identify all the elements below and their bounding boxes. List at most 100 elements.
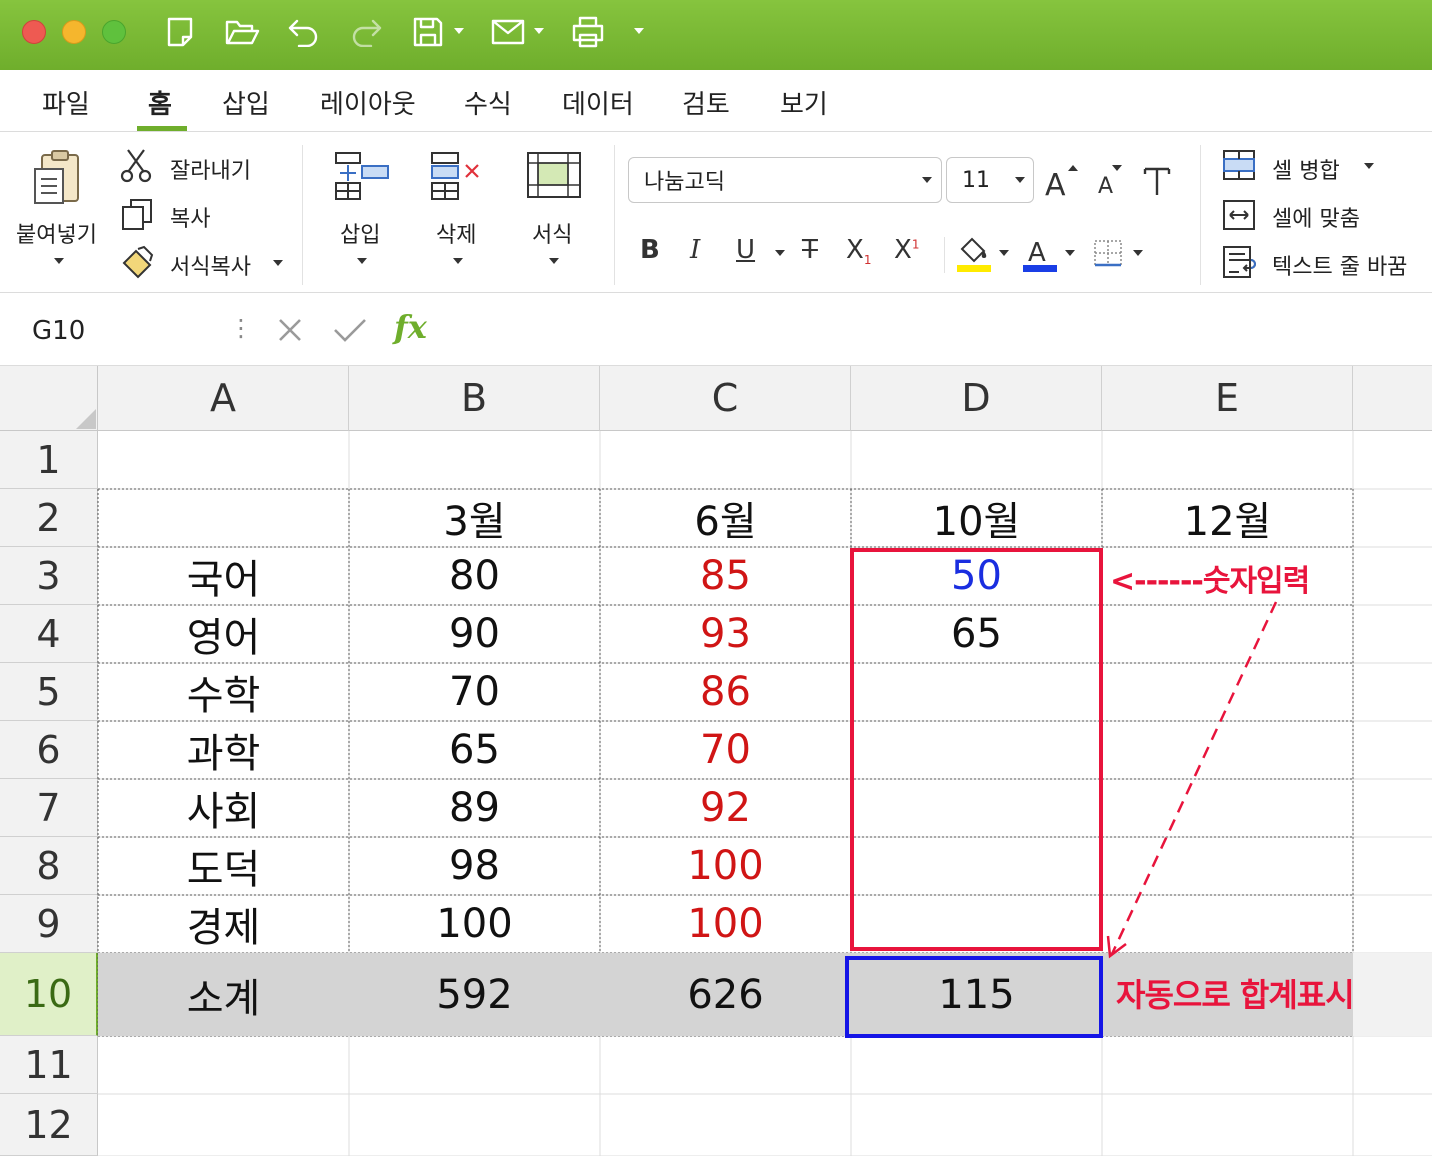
cell-b4[interactable]: 90 xyxy=(349,605,600,663)
bold-icon[interactable]: B xyxy=(640,235,660,265)
font-size-select[interactable]: 11 xyxy=(946,157,1034,203)
delete-cells-dropdown-icon[interactable] xyxy=(453,258,463,264)
redo-icon[interactable] xyxy=(346,14,386,50)
formula-input[interactable] xyxy=(450,314,1410,346)
cell-a9[interactable]: 경제 xyxy=(98,895,349,953)
strikethrough-icon[interactable]: T xyxy=(802,235,818,265)
copy-icon[interactable] xyxy=(120,197,154,231)
cell-b6[interactable]: 65 xyxy=(349,721,600,779)
paste-dropdown-icon[interactable] xyxy=(54,258,64,264)
tab-view[interactable]: 보기 xyxy=(780,84,828,121)
format-painter-label[interactable]: 서식복사 xyxy=(170,249,251,281)
delete-cells-icon[interactable] xyxy=(430,151,486,203)
insert-cells-icon[interactable] xyxy=(334,151,390,203)
tab-data[interactable]: 데이터 xyxy=(562,84,634,121)
svg-text:A: A xyxy=(1028,238,1046,268)
underline-dropdown-icon[interactable] xyxy=(775,250,785,256)
cell-b9[interactable]: 100 xyxy=(349,895,600,953)
cell-a8[interactable]: 도덕 xyxy=(98,837,349,895)
insert-cells-label[interactable]: 삽입 xyxy=(340,217,380,249)
format-cells-label[interactable]: 서식 xyxy=(532,217,572,249)
cell-c8[interactable]: 100 xyxy=(600,837,851,895)
increase-font-size-icon[interactable]: A xyxy=(1044,161,1080,199)
cell-b10[interactable]: 592 xyxy=(349,953,600,1036)
wrap-text-label[interactable]: 텍스트 줄 바꿈 xyxy=(1272,249,1407,281)
cell-b8[interactable]: 98 xyxy=(349,837,600,895)
cell-d2[interactable]: 10월 xyxy=(851,489,1102,547)
underline-icon[interactable]: U xyxy=(736,235,755,265)
fit-to-cell-label[interactable]: 셀에 맞춤 xyxy=(1272,201,1360,233)
minimize-window-button[interactable] xyxy=(62,20,86,44)
delete-cells-label[interactable]: 삭제 xyxy=(436,217,476,249)
cell-a7[interactable]: 사회 xyxy=(98,779,349,837)
cell-c10[interactable]: 626 xyxy=(600,953,851,1036)
cell-c7[interactable]: 92 xyxy=(600,779,851,837)
insert-cells-dropdown-icon[interactable] xyxy=(357,258,367,264)
save-dropdown-icon[interactable] xyxy=(454,28,464,34)
format-cells-dropdown-icon[interactable] xyxy=(549,258,559,264)
cell-a3[interactable]: 국어 xyxy=(98,547,349,605)
cell-b5[interactable]: 70 xyxy=(349,663,600,721)
cell-c6[interactable]: 70 xyxy=(600,721,851,779)
paste-label[interactable]: 붙여넣기 xyxy=(16,217,97,249)
font-color-dropdown-icon[interactable] xyxy=(1065,250,1075,256)
cell-c5[interactable]: 86 xyxy=(600,663,851,721)
zoom-window-button[interactable] xyxy=(102,20,126,44)
cell-b7[interactable]: 89 xyxy=(349,779,600,837)
cell-c3[interactable]: 85 xyxy=(600,547,851,605)
print-icon[interactable] xyxy=(568,14,608,50)
italic-icon[interactable]: I xyxy=(690,235,700,265)
confirm-icon[interactable] xyxy=(332,316,368,344)
tab-formula[interactable]: 수식 xyxy=(464,84,512,121)
fit-to-cell-icon[interactable] xyxy=(1222,199,1256,231)
close-window-button[interactable] xyxy=(22,20,46,44)
tab-file[interactable]: 파일 xyxy=(42,84,90,121)
subscript-icon[interactable]: X1 xyxy=(846,235,871,267)
new-file-icon[interactable] xyxy=(160,14,200,50)
merge-cells-icon[interactable] xyxy=(1222,149,1256,181)
open-folder-icon[interactable] xyxy=(222,14,262,50)
cell-a5[interactable]: 수학 xyxy=(98,663,349,721)
paste-icon[interactable] xyxy=(32,149,84,207)
font-color-icon[interactable]: A xyxy=(1022,233,1060,273)
format-painter-icon[interactable] xyxy=(120,245,156,279)
mail-dropdown-icon[interactable] xyxy=(534,28,544,34)
tab-insert[interactable]: 삽입 xyxy=(222,84,270,121)
function-icon[interactable]: fx xyxy=(394,308,427,346)
cancel-icon[interactable] xyxy=(276,316,304,344)
cell-a6[interactable]: 과학 xyxy=(98,721,349,779)
cut-label[interactable]: 잘라내기 xyxy=(170,153,251,185)
border-icon[interactable] xyxy=(1093,239,1123,269)
fill-color-icon[interactable] xyxy=(956,233,994,273)
name-box[interactable]: G10 xyxy=(32,316,85,346)
cell-c9[interactable]: 100 xyxy=(600,895,851,953)
border-dropdown-icon[interactable] xyxy=(1133,250,1143,256)
merge-cells-label[interactable]: 셀 병합 xyxy=(1272,153,1340,185)
more-icon[interactable]: ⋮ xyxy=(229,316,253,340)
customize-toolbar-icon[interactable] xyxy=(634,28,644,34)
format-cells-icon[interactable] xyxy=(526,151,582,205)
cell-e2[interactable]: 12월 xyxy=(1102,489,1353,547)
decrease-font-size-icon[interactable]: A xyxy=(1096,163,1128,197)
cell-a4[interactable]: 영어 xyxy=(98,605,349,663)
superscript-icon[interactable]: X1 xyxy=(894,235,919,265)
merge-cells-dropdown-icon[interactable] xyxy=(1364,163,1374,169)
font-name-select[interactable]: 나눔고딕 xyxy=(628,157,942,203)
cell-c2[interactable]: 6월 xyxy=(600,489,851,547)
cell-c4[interactable]: 93 xyxy=(600,605,851,663)
copy-label[interactable]: 복사 xyxy=(170,201,210,233)
tab-home[interactable]: 홈 xyxy=(148,84,172,121)
clear-format-icon[interactable] xyxy=(1142,165,1172,197)
format-painter-dropdown-icon[interactable] xyxy=(273,260,283,266)
cell-b3[interactable]: 80 xyxy=(349,547,600,605)
cut-icon[interactable] xyxy=(120,147,152,183)
tab-review[interactable]: 검토 xyxy=(682,84,730,121)
tab-layout[interactable]: 레이아웃 xyxy=(320,84,416,121)
wrap-text-icon[interactable] xyxy=(1222,245,1258,279)
undo-icon[interactable] xyxy=(284,14,324,50)
mail-icon[interactable] xyxy=(488,14,528,50)
cell-b2[interactable]: 3월 xyxy=(349,489,600,547)
fill-color-dropdown-icon[interactable] xyxy=(999,250,1009,256)
save-icon[interactable] xyxy=(408,14,448,50)
cell-a10[interactable]: 소계 xyxy=(98,953,349,1036)
